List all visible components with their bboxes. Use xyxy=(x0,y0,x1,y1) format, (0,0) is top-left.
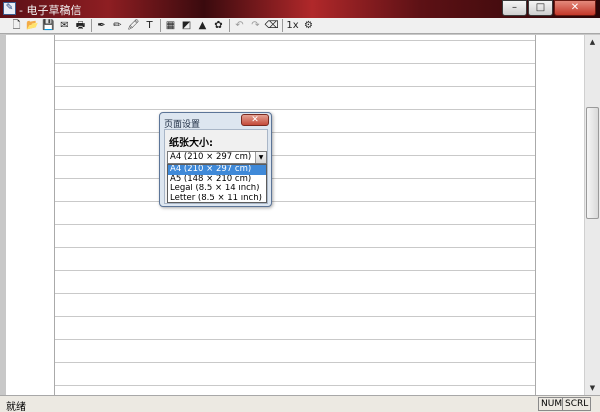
window-controls: – □ ✕ xyxy=(501,0,596,16)
document-area[interactable] xyxy=(6,35,584,395)
vertical-scrollbar[interactable]: ▲ ▼ xyxy=(584,35,600,395)
app-icon[interactable]: ✎ xyxy=(3,2,16,15)
ruled-line xyxy=(55,40,535,41)
paper-size-option[interactable]: A4 (210 × 297 cm) xyxy=(168,165,266,175)
status-text: 就绪 xyxy=(6,402,26,412)
print-icon[interactable]: 🖶 xyxy=(74,19,87,32)
ruled-line xyxy=(55,316,535,317)
ruled-line xyxy=(55,293,535,294)
paper-size-selected-value: A4 (210 × 297 cm) xyxy=(170,152,252,162)
undo-icon[interactable]: ↶ xyxy=(233,19,246,32)
ruled-line xyxy=(55,201,535,202)
new-icon[interactable]: 🗋 xyxy=(10,19,23,32)
marker-icon[interactable]: 🖍 xyxy=(127,19,140,32)
page-setup-dialog: 页面设置 ✕ 纸张大小: A4 (210 × 297 cm) ▼ A4 (210… xyxy=(159,112,272,207)
chevron-down-icon[interactable]: ▼ xyxy=(255,152,266,163)
toolbar-separator xyxy=(282,19,283,32)
dialog-body: 纸张大小: A4 (210 × 297 cm) ▼ A4 (210 × 297 … xyxy=(164,129,268,204)
scroll-down-arrow[interactable]: ▼ xyxy=(585,381,600,395)
maximize-button[interactable]: □ xyxy=(528,0,553,16)
ruled-line xyxy=(55,132,535,133)
ruled-line xyxy=(55,63,535,64)
clear-icon[interactable]: ⌫ xyxy=(264,19,278,32)
ruled-line xyxy=(55,155,535,156)
save-icon[interactable]: 💾 xyxy=(42,19,55,32)
ruled-line xyxy=(55,247,535,248)
stamp-icon[interactable]: ✿ xyxy=(212,19,225,32)
scroll-up-arrow[interactable]: ▲ xyxy=(585,35,600,49)
pen-icon[interactable]: ✒ xyxy=(95,19,108,32)
scroll-lock-indicator: SCRL xyxy=(562,397,592,411)
zoom-1x-icon[interactable]: 1x xyxy=(286,19,299,32)
grid-icon[interactable]: ▦ xyxy=(164,19,177,32)
pencil-icon[interactable]: ✏ xyxy=(111,19,124,32)
eraser-icon[interactable]: ◩ xyxy=(180,19,193,32)
ruled-line xyxy=(55,224,535,225)
toolbar-separator xyxy=(160,19,161,32)
ruled-line xyxy=(55,109,535,110)
ruled-line xyxy=(55,270,535,271)
ruled-line xyxy=(55,339,535,340)
lined-paper[interactable] xyxy=(54,35,536,395)
ruled-line xyxy=(55,385,535,386)
title-bar: ✎ - 电子草稿信 – □ ✕ xyxy=(0,0,600,18)
paper-size-label: 纸张大小: xyxy=(169,138,213,149)
open-icon[interactable]: 📂 xyxy=(26,19,39,32)
paper-size-option[interactable]: A5 (148 × 210 cm) xyxy=(168,175,266,185)
minimize-button[interactable]: – xyxy=(502,0,527,16)
settings-icon[interactable]: ⚙ xyxy=(302,19,315,32)
paper-size-select[interactable]: A4 (210 × 297 cm) ▼ xyxy=(167,151,267,164)
redo-icon[interactable]: ↷ xyxy=(249,19,262,32)
paper-size-option[interactable]: Legal (8.5 × 14 inch) xyxy=(168,184,266,194)
window-title: - 电子草稿信 xyxy=(19,4,82,17)
ruled-line xyxy=(55,86,535,87)
color-icon[interactable]: ▲ xyxy=(196,19,209,32)
paper-size-option[interactable]: Letter (8.5 × 11 inch) xyxy=(168,194,266,204)
toolbar-separator xyxy=(229,19,230,32)
status-bar: 就绪 NUM SCRL xyxy=(0,395,600,412)
text-icon[interactable]: T xyxy=(143,19,156,32)
email-icon[interactable]: ✉ xyxy=(58,19,71,32)
paper-size-dropdown-list: A4 (210 × 297 cm) A5 (148 × 210 cm) Legal … xyxy=(167,164,267,203)
toolbar-separator xyxy=(91,19,92,32)
scroll-thumb[interactable] xyxy=(586,107,599,219)
ruled-line xyxy=(55,362,535,363)
dialog-close-button[interactable]: ✕ xyxy=(241,114,269,126)
toolbar: 🗋 📂 💾 ✉ 🖶 ✒ ✏ 🖍 T ▦ ◩ ▲ ✿ ↶ ↷ ⌫ 1x ⚙ xyxy=(0,18,600,34)
close-button[interactable]: ✕ xyxy=(554,0,596,16)
ruled-line xyxy=(55,178,535,179)
